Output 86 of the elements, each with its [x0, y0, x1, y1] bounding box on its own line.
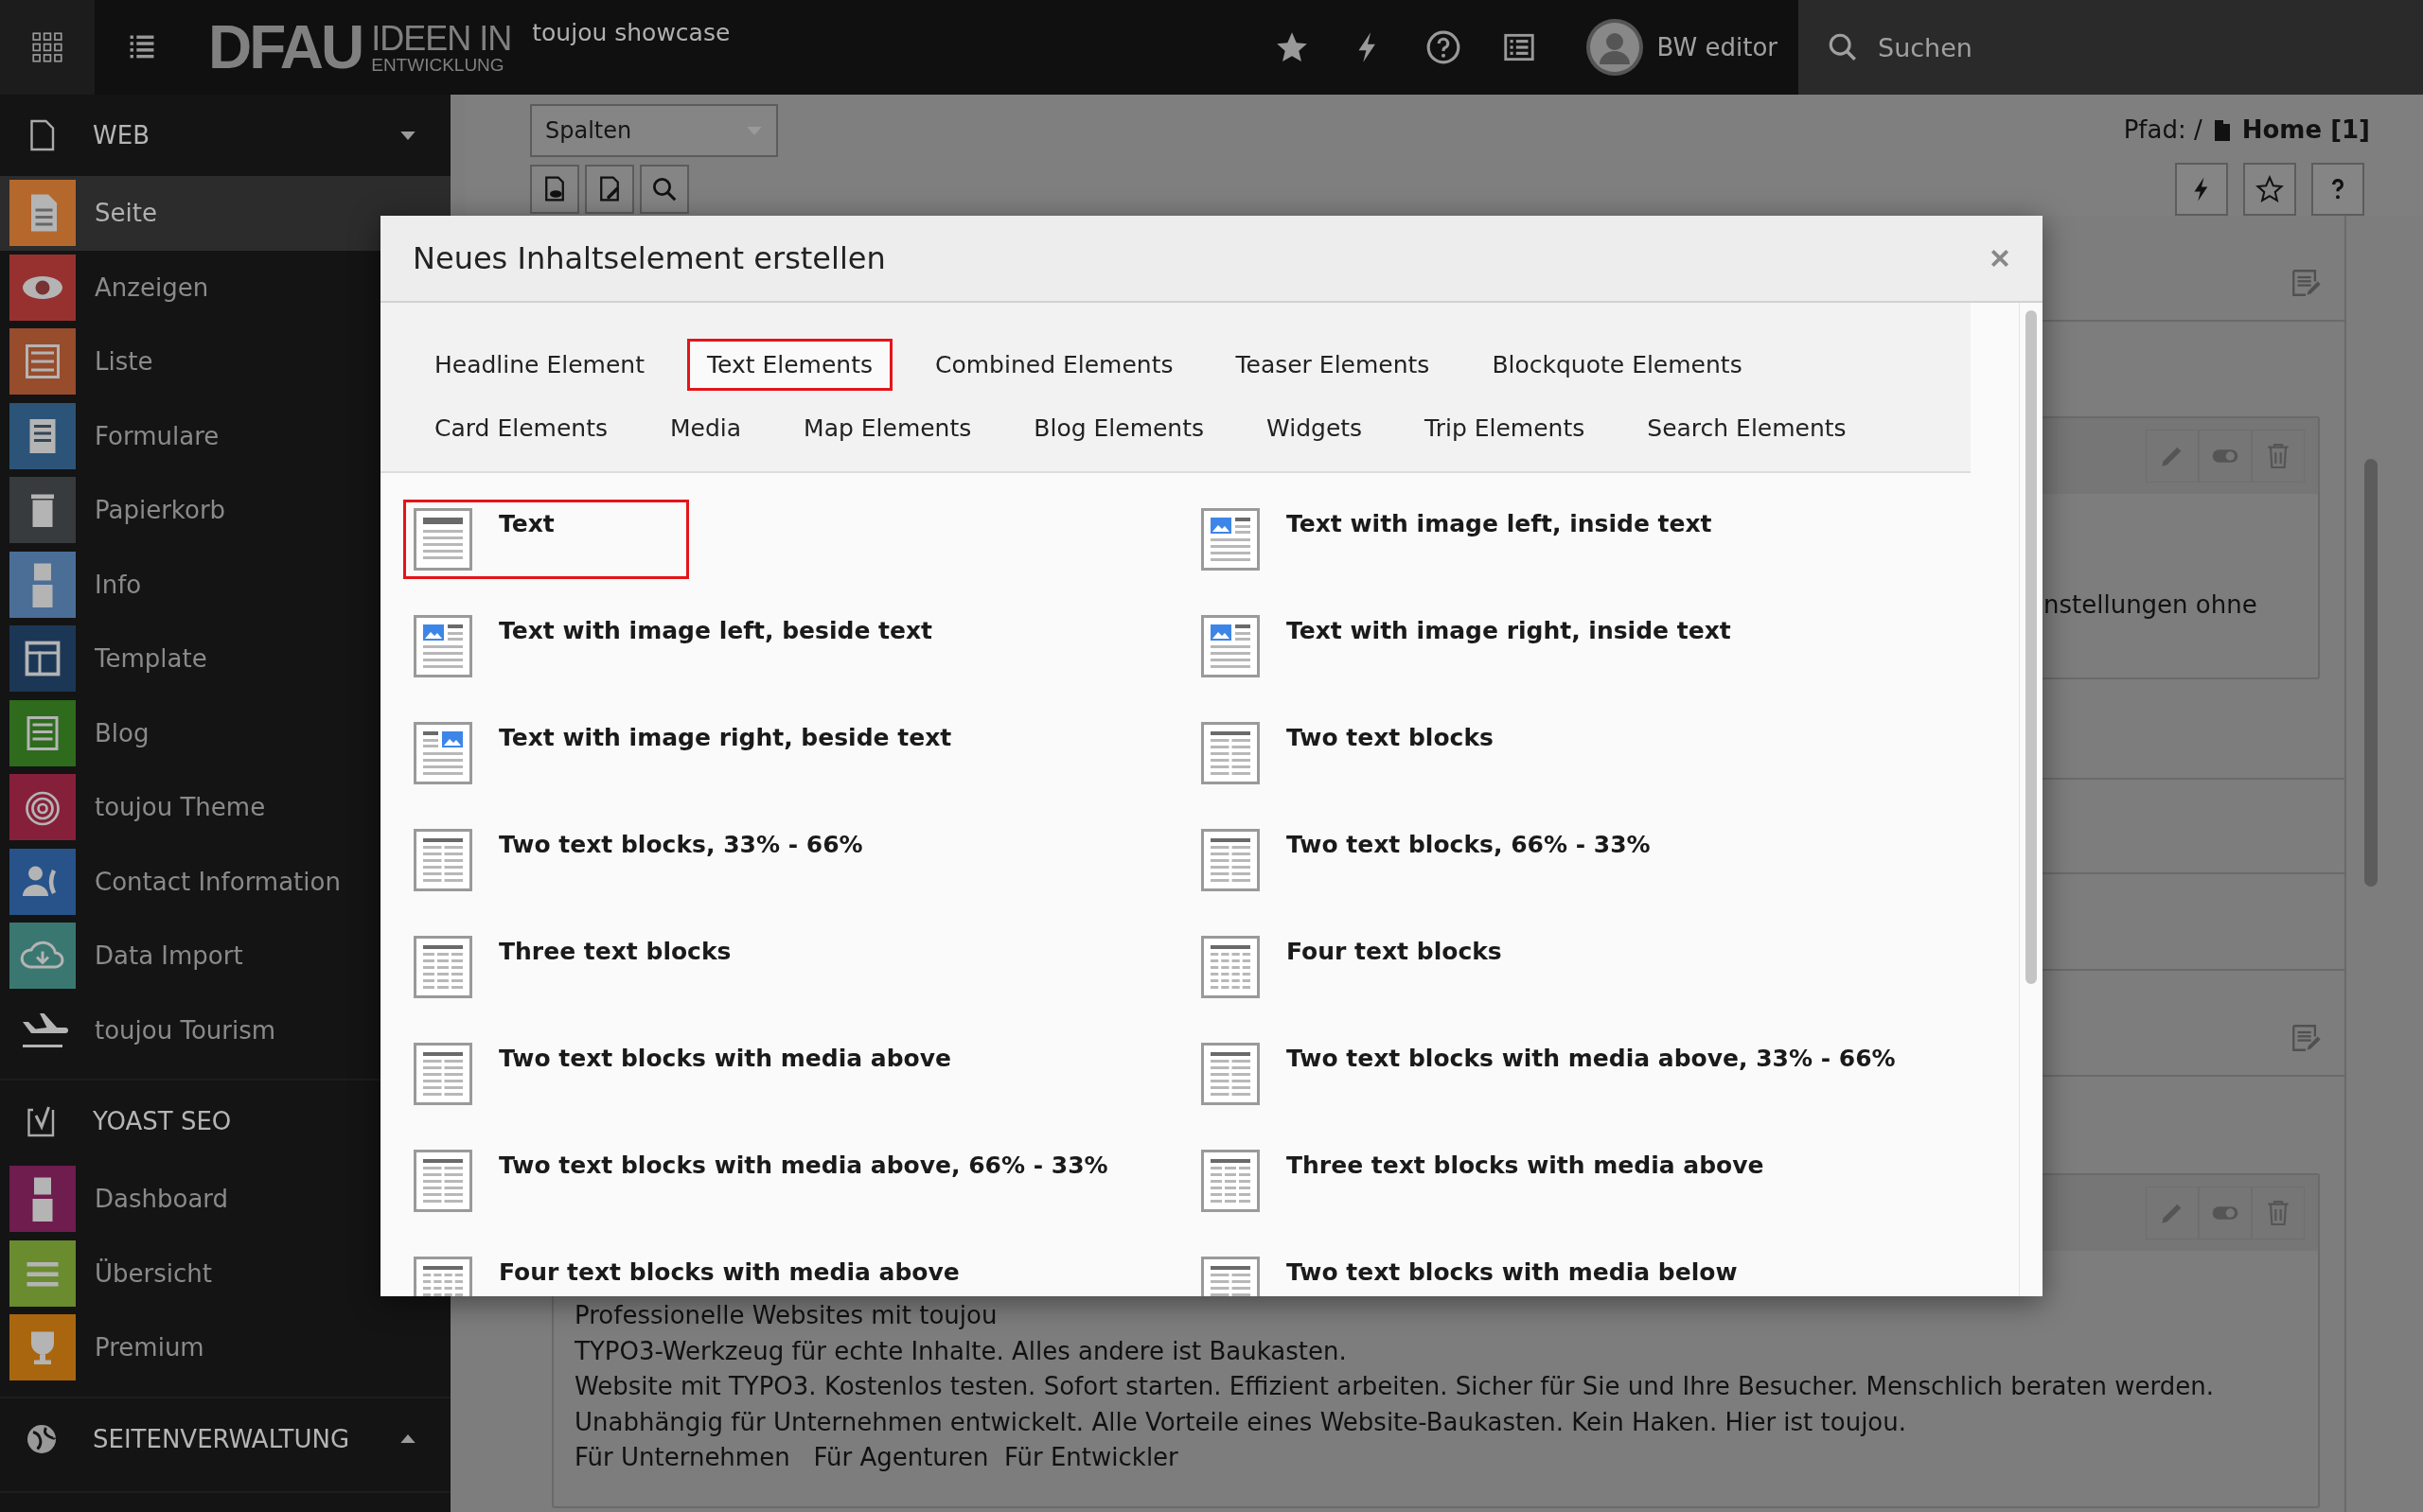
content-element-option[interactable]: Text with image left, inside text: [1191, 500, 1726, 579]
content-text: Für Unternehmen Für Agenturen Für Entwickler: [575, 1442, 1178, 1473]
content-text: Website mit TYPO3. Kostenlos testen. Sofort starten. Effizient arbeiten. Sicher für Sie und Ihre Besucher. Menschlich beraten werden.: [575, 1371, 2214, 1402]
site-name[interactable]: toujou showcase: [532, 19, 731, 46]
sidebar-label: toujou Tourism: [95, 1015, 276, 1045]
content-element-option[interactable]: Two text blocks: [1191, 713, 1508, 793]
sidebar-label: Dashboard: [95, 1185, 229, 1214]
content-element-option[interactable]: Two text blocks with media above, 33% - 66%: [1191, 1034, 1910, 1114]
content-element-option[interactable]: Two text blocks, 66% - 33%: [1191, 820, 1665, 900]
columns-icon: [1201, 1150, 1260, 1212]
sidebar-label: Template: [95, 644, 207, 674]
text-layout-icon: [414, 508, 472, 571]
columns-icon: [414, 829, 472, 891]
help-button[interactable]: [2311, 163, 2364, 216]
path-label: Pfad: /: [2123, 115, 2202, 144]
caret-icon[interactable]: [399, 130, 416, 141]
columns-icon: [1201, 829, 1260, 891]
tab[interactable]: Map Elements: [784, 402, 992, 454]
sidebar-label: Blog: [95, 718, 150, 747]
tab[interactable]: Search Elements: [1627, 402, 1866, 454]
avatar-icon[interactable]: [1584, 18, 1644, 77]
content-element-option[interactable]: Text: [403, 500, 689, 579]
scrollbar[interactable]: [2364, 459, 2378, 887]
image-text-icon: [414, 722, 472, 784]
shortcut-button[interactable]: [2175, 163, 2228, 216]
star-icon: [2255, 175, 2284, 203]
columns-icon: [1201, 722, 1260, 784]
user-name[interactable]: BW editor: [1656, 33, 1777, 62]
sidebar-label: Anzeigen: [95, 273, 209, 302]
search-button[interactable]: [640, 165, 689, 214]
search-icon: [1827, 31, 1859, 63]
path-link[interactable]: Home [1]: [2241, 115, 2370, 144]
section-title[interactable]: WEB: [93, 121, 365, 149]
logo-mark: DFAU: [208, 12, 363, 82]
sidebar-label: toujou Theme: [95, 793, 266, 822]
content-element-option[interactable]: Four text blocks: [1191, 927, 1516, 1007]
tab[interactable]: Blockquote Elements: [1472, 339, 1762, 391]
sidebar-item[interactable]: Premium: [0, 1310, 451, 1385]
image-text-icon: [414, 615, 472, 677]
caret-icon[interactable]: [399, 1433, 416, 1444]
tab[interactable]: Widgets: [1247, 402, 1383, 454]
tab[interactable]: Trip Elements: [1405, 402, 1605, 454]
sidebar-label: Seite: [95, 199, 157, 228]
tab[interactable]: Blog Elements: [1014, 402, 1225, 454]
scrollbar[interactable]: [2025, 310, 2037, 984]
sidebar-label: Info: [95, 570, 142, 599]
tab[interactable]: Card Elements: [415, 402, 628, 454]
image-text-icon: [1201, 508, 1260, 571]
content-text: nstellungen ohne: [2043, 590, 2257, 619]
help-icon[interactable]: [1424, 29, 1461, 65]
content-element-option[interactable]: Text with image right, inside text: [1191, 607, 1745, 686]
tab[interactable]: Text Elements: [686, 339, 893, 391]
section-title[interactable]: SEITENVERWALTUNG: [93, 1424, 365, 1453]
content-text: Unabhängig für Unternehmen entwickelt. Alle Vorteile eines Website-Baukasten. Kein Haken. Hier ist toujou.: [575, 1406, 1907, 1438]
columns-icon: [1201, 936, 1260, 998]
logo-tagline: ENTWICKLUNG: [371, 55, 505, 74]
sidebar-label: Premium: [95, 1333, 204, 1363]
columns-icon: [1201, 1043, 1260, 1105]
sidebar-label: Contact Information: [95, 867, 341, 896]
content-text: TYPO3-Werkzeug für echte Inhalte. Alles andere ist Baukasten.: [575, 1335, 1347, 1367]
search-icon: [650, 175, 679, 203]
image-text-icon: [1201, 615, 1260, 677]
view-page-button[interactable]: [530, 165, 579, 214]
logo-tagline: IDEEN IN: [371, 21, 512, 56]
content-element-option[interactable]: Three text blocks with media above: [1191, 1141, 1778, 1221]
toggle-button[interactable]: [2199, 1187, 2252, 1239]
content-element-option[interactable]: Two text blocks with media below: [1191, 1248, 1752, 1296]
columns-icon: [414, 936, 472, 998]
close-icon[interactable]: [1990, 248, 2010, 269]
sidebar-label: Formulare: [95, 421, 220, 450]
columns-icon: [414, 1043, 472, 1105]
view-select[interactable]: Spalten: [530, 104, 778, 157]
toggle-button[interactable]: [2199, 430, 2252, 483]
sidebar-label: Papierkorb: [95, 496, 226, 525]
sidebar-label: Übersicht: [95, 1258, 212, 1288]
tab[interactable]: Teaser Elements: [1215, 339, 1450, 391]
sidebar-label: Data Import: [95, 941, 243, 971]
tab[interactable]: Headline Element: [415, 339, 664, 391]
bookmark-button[interactable]: [2243, 163, 2296, 216]
tab[interactable]: Combined Elements: [915, 339, 1194, 391]
columns-icon: [414, 1150, 472, 1212]
sidebar-label: Liste: [95, 347, 153, 377]
edit-page-button[interactable]: [585, 165, 634, 214]
app-grid-icon[interactable]: [31, 31, 63, 63]
tab[interactable]: Media: [649, 402, 762, 454]
content-text: Professionelle Websites mit toujou: [575, 1300, 998, 1331]
